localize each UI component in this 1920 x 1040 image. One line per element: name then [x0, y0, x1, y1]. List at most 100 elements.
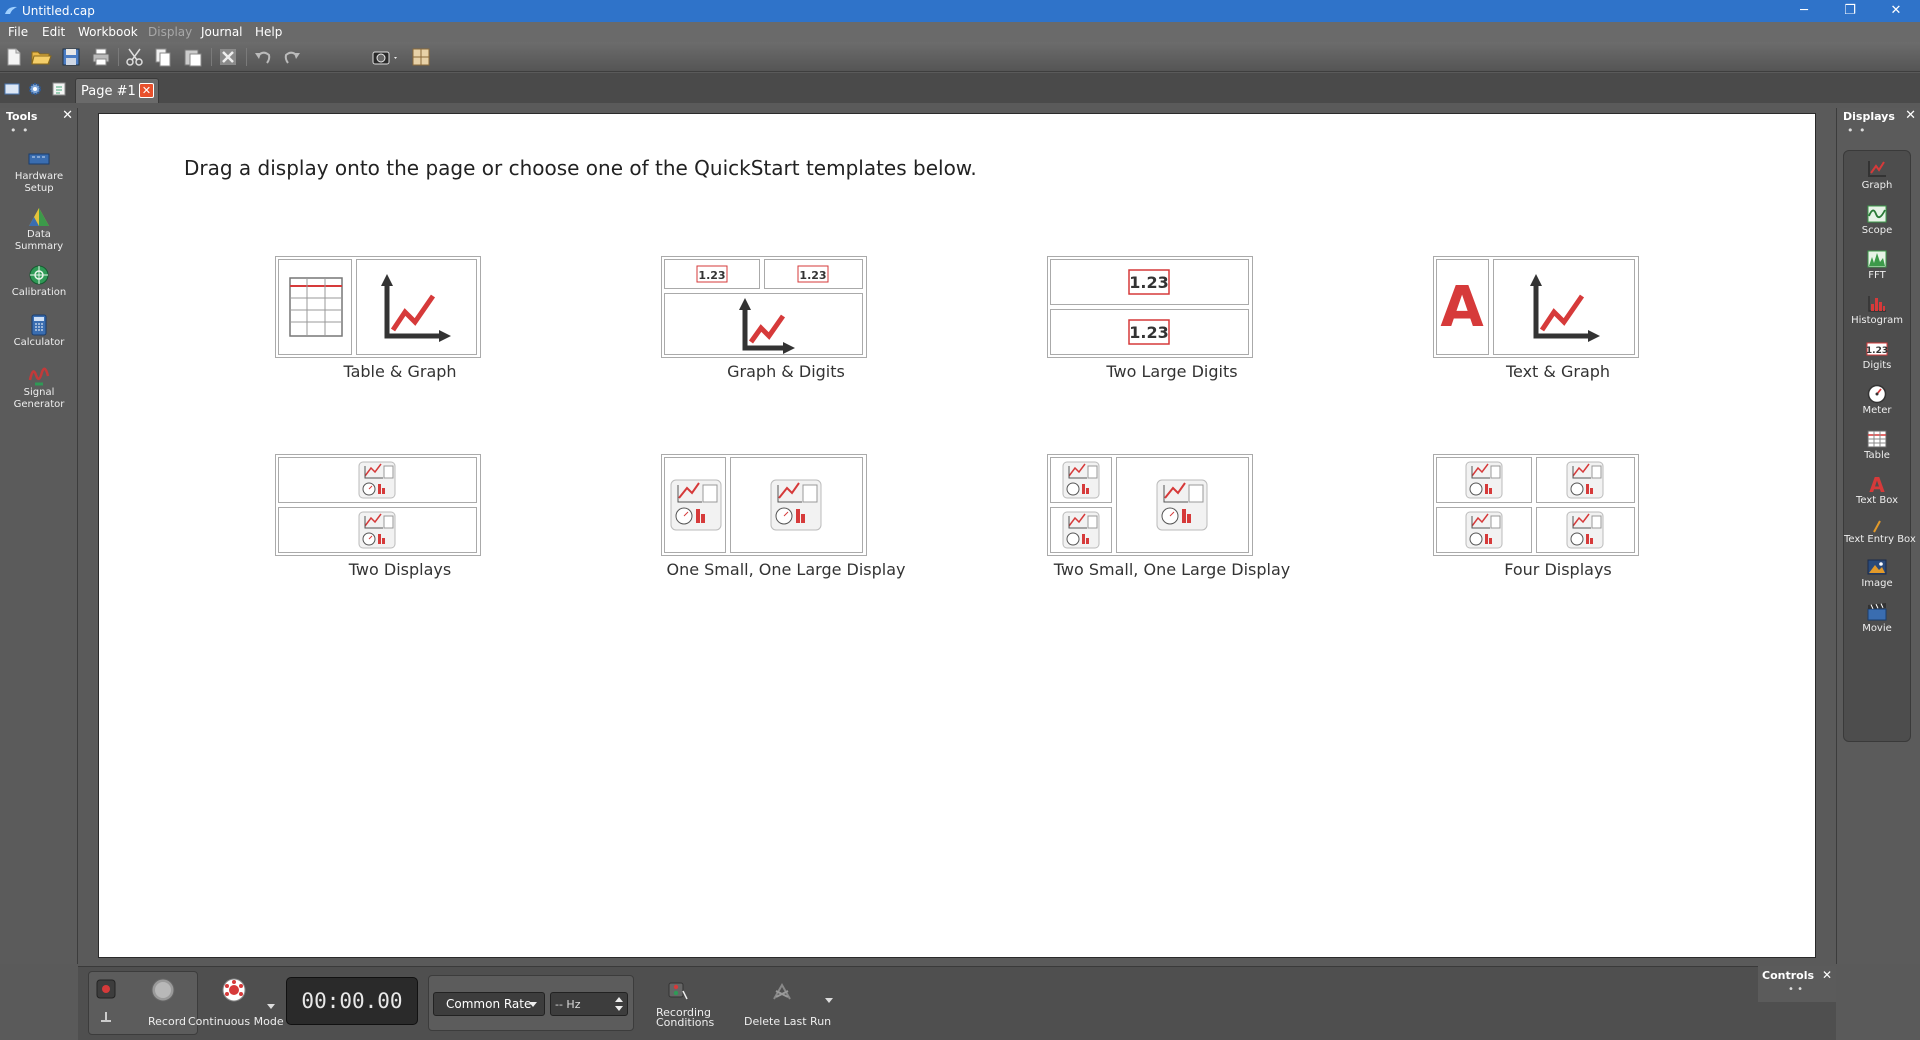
- template-two-displays[interactable]: Two Displays: [275, 454, 525, 594]
- digits-icon: 1.23: [1128, 269, 1170, 295]
- tool-signal-generator[interactable]: Signal Generator: [2, 364, 76, 414]
- restore-button[interactable]: ❐: [1830, 2, 1870, 20]
- title-bar: Untitled.cap ─ ❐ ✕: [0, 0, 1920, 22]
- display-image[interactable]: Image: [1844, 557, 1910, 602]
- digits-icon: 1.23: [1866, 342, 1888, 356]
- meter-icon: [1867, 384, 1887, 404]
- tools-panel-grip[interactable]: • •: [10, 124, 29, 137]
- movie-icon: [1867, 603, 1887, 621]
- delete-icon[interactable]: [217, 46, 239, 68]
- menu-file[interactable]: File: [8, 25, 28, 39]
- page-canvas[interactable]: Drag a display onto the page or choose o…: [98, 113, 1816, 958]
- multi-display-icon: [670, 479, 722, 531]
- tool-label: Generator: [13, 399, 65, 410]
- tool-calculator[interactable]: Calculator: [2, 314, 76, 364]
- app-logo-icon: [5, 6, 17, 14]
- paste-icon[interactable]: [182, 46, 204, 68]
- template-label: Table & Graph: [343, 362, 457, 381]
- template-table-graph[interactable]: Table & Graph: [275, 256, 525, 396]
- multi-display-icon: [1566, 511, 1604, 549]
- template-text-graph[interactable]: A Text & Graph: [1433, 256, 1683, 396]
- display-text-entry-box[interactable]: Text Entry Box: [1844, 519, 1916, 557]
- menu-help[interactable]: Help: [255, 25, 282, 39]
- display-label: Table: [1864, 450, 1890, 461]
- sample-rate-field[interactable]: -- Hz: [550, 992, 628, 1016]
- controls-panel-close-icon[interactable]: ✕: [1822, 968, 1832, 982]
- display-label: Text Entry Box: [1844, 534, 1916, 545]
- close-button[interactable]: ✕: [1876, 2, 1916, 20]
- table-icon: [1867, 430, 1887, 448]
- new-file-icon[interactable]: [3, 46, 25, 68]
- controls-bar: Record Continuous Mode 00:00.00 Common R…: [78, 966, 1836, 1040]
- display-digits[interactable]: 1.23 Digits: [1844, 339, 1910, 384]
- display-movie[interactable]: Movie: [1844, 602, 1910, 647]
- recording-conditions-button[interactable]: Recording Conditions: [642, 971, 714, 1035]
- display-fft[interactable]: FFT: [1844, 249, 1910, 294]
- undo-icon[interactable]: [252, 46, 274, 68]
- display-table[interactable]: Table: [1844, 429, 1910, 474]
- menu-journal[interactable]: Journal: [201, 25, 243, 39]
- template-one-small-one-large[interactable]: One Small, One Large Display: [661, 454, 911, 594]
- display-histogram[interactable]: Histogram: [1844, 294, 1910, 339]
- recording-conditions-icon: [668, 982, 688, 1000]
- template-two-small-one-large[interactable]: Two Small, One Large Display: [1047, 454, 1297, 594]
- table-icon: [289, 277, 343, 337]
- journal-snapshot-icon[interactable]: [410, 46, 432, 68]
- displays-panel-close-icon[interactable]: ✕: [1905, 108, 1916, 123]
- template-label: Graph & Digits: [727, 362, 845, 381]
- display-scope[interactable]: Scope: [1844, 204, 1910, 249]
- record-button[interactable]: Record: [122, 971, 198, 1035]
- tool-label: Calculator: [13, 337, 65, 348]
- tools-panel-close-icon[interactable]: ✕: [62, 108, 73, 123]
- calibration-icon: [29, 265, 49, 285]
- record-mode-icon[interactable]: [96, 979, 116, 999]
- page-view-icon[interactable]: [4, 81, 20, 97]
- display-graph[interactable]: Graph: [1844, 159, 1910, 204]
- multi-display-icon: [1566, 461, 1604, 499]
- tools-list: Hardware Setup Data Summary Calibration …: [2, 148, 76, 414]
- chevron-down-icon[interactable]: [266, 1003, 276, 1011]
- toolbar: [0, 42, 1920, 72]
- svg-text:A: A: [1440, 275, 1484, 340]
- rate-stepper-icon[interactable]: [613, 994, 625, 1014]
- page-settings-icon[interactable]: [27, 81, 43, 97]
- data-summary-icon: [29, 208, 49, 226]
- display-meter[interactable]: Meter: [1844, 384, 1910, 429]
- toolbar-separator: [118, 48, 119, 66]
- display-text-box[interactable]: A Text Box: [1844, 474, 1910, 519]
- print-icon[interactable]: [90, 46, 112, 68]
- menu-edit[interactable]: Edit: [42, 25, 65, 39]
- image-icon: [1867, 559, 1887, 575]
- tab-close-icon[interactable]: ✕: [139, 83, 154, 98]
- template-graph-digits[interactable]: 1.23 1.23 Graph & Digits: [661, 256, 911, 396]
- graph-icon: [739, 298, 795, 354]
- manual-sampling-icon[interactable]: [98, 1009, 114, 1025]
- menu-display[interactable]: Display: [148, 25, 192, 39]
- template-four-displays[interactable]: Four Displays: [1433, 454, 1683, 594]
- tool-hardware-setup[interactable]: Hardware Setup: [2, 148, 76, 198]
- delete-last-run-button[interactable]: Delete Last Run: [732, 971, 832, 1035]
- tool-data-summary[interactable]: Data Summary: [2, 206, 76, 256]
- record-icon: [151, 978, 175, 1002]
- save-icon[interactable]: [60, 46, 82, 68]
- display-label: Graph: [1861, 180, 1893, 191]
- minimize-button[interactable]: ─: [1784, 2, 1824, 20]
- chevron-down-icon[interactable]: [824, 997, 834, 1005]
- controls-panel-grip[interactable]: • •: [1788, 984, 1803, 995]
- displays-panel-grip[interactable]: • •: [1847, 124, 1866, 137]
- template-two-large-digits[interactable]: 1.23 1.23 Two Large Digits: [1047, 256, 1297, 396]
- menu-workbook[interactable]: Workbook: [78, 25, 138, 39]
- tool-label: Calibration: [11, 287, 67, 298]
- record-label: Record: [148, 1015, 187, 1028]
- camera-icon[interactable]: [370, 46, 400, 68]
- copy-icon[interactable]: [152, 46, 174, 68]
- tool-calibration[interactable]: Calibration: [2, 264, 76, 314]
- common-rate-select[interactable]: Common Rate: [433, 992, 545, 1016]
- redo-icon[interactable]: [281, 46, 303, 68]
- page-manager-icon[interactable]: [51, 81, 67, 97]
- cut-icon[interactable]: [124, 46, 146, 68]
- tab-page-1[interactable]: Page #1 ✕: [75, 78, 159, 103]
- svg-text:1.23: 1.23: [799, 269, 826, 282]
- open-folder-icon[interactable]: [30, 46, 52, 68]
- display-label: FFT: [1868, 270, 1886, 281]
